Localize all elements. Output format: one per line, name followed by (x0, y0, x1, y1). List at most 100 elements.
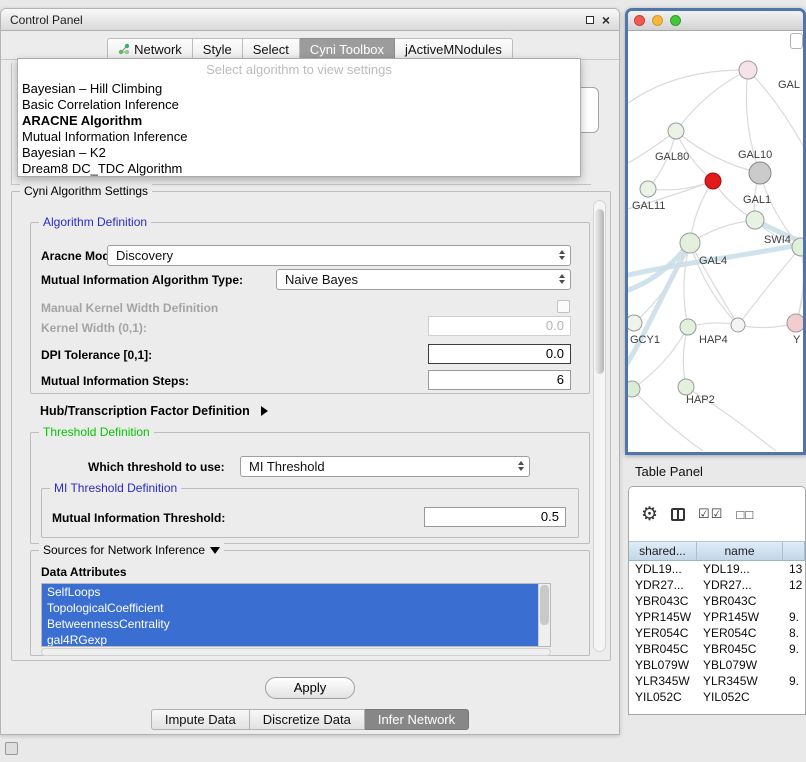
control-panel-titlebar[interactable]: Control Panel × (1, 9, 619, 31)
algorithm-option[interactable]: Bayesian – Hill Climbing (18, 81, 580, 97)
table-row[interactable]: YBL079WYBL079W (629, 657, 805, 673)
sources-group-toggle[interactable]: Sources for Network Inference (39, 543, 224, 557)
tab-impute-data[interactable]: Impute Data (151, 709, 250, 730)
table-row[interactable]: YBR043CYBR043C (629, 593, 805, 609)
mi-threshold-label: Mutual Information Threshold: (52, 511, 225, 525)
table-cell: 13 (783, 561, 805, 577)
algorithm-option[interactable]: ARACNE Algorithm (18, 113, 580, 129)
tab-discretize-data[interactable]: Discretize Data (250, 709, 365, 730)
table-row[interactable]: YBR045CYBR045C9. (629, 641, 805, 657)
network-node[interactable] (731, 318, 745, 332)
deselect-all-checks-icon[interactable]: □□ (736, 507, 754, 522)
combo-arrows-icon (559, 250, 565, 260)
settings-scrollbar[interactable] (593, 200, 606, 652)
column-header[interactable]: shared... (629, 542, 697, 560)
network-node[interactable] (680, 233, 700, 253)
zoom-traffic-light[interactable] (670, 15, 681, 26)
network-node[interactable] (640, 181, 656, 197)
dpi-tolerance-label: DPI Tolerance [0,1]: (41, 348, 152, 362)
table-cell: YBR045C (697, 641, 783, 657)
hub-definition-toggle[interactable]: Hub/Transcription Factor Definition (40, 404, 268, 418)
tab-jactivemnodules[interactable]: jActiveMNodules (395, 38, 513, 60)
network-node[interactable] (628, 381, 640, 397)
network-canvas[interactable]: GALGAL80GAL10GAL11GAL1SWI4GAL4GCY1HAP4YH… (628, 31, 803, 451)
table-row[interactable]: YLR345WYLR345W9. (629, 673, 805, 689)
network-node[interactable] (787, 314, 803, 332)
network-node[interactable] (668, 123, 684, 139)
minimized-panel-icon[interactable] (5, 742, 18, 755)
dpi-tolerance-field[interactable]: 0.0 (428, 344, 571, 364)
apply-button[interactable]: Apply (265, 677, 355, 699)
tab-infer-network[interactable]: Infer Network (365, 709, 469, 730)
network-node[interactable] (746, 211, 764, 229)
tab-select[interactable]: Select (243, 38, 300, 60)
mi-threshold-field[interactable]: 0.5 (424, 507, 566, 527)
network-node[interactable] (749, 162, 771, 184)
network-node-label: GAL10 (738, 149, 772, 161)
table-row[interactable]: YDR27...YDR27...12 (629, 577, 805, 593)
scroll-corner-widget[interactable] (790, 33, 803, 49)
network-node-label: GAL11 (632, 200, 665, 212)
mi-steps-field[interactable]: 6 (428, 370, 571, 390)
tab-label: jActiveMNodules (405, 42, 502, 57)
tab-label: Select (253, 42, 289, 57)
network-node[interactable] (678, 379, 694, 395)
table-cell: YLR345W (697, 673, 783, 689)
sources-group: Sources for Network Inference Data Attri… (30, 550, 590, 656)
network-edge (796, 247, 803, 323)
mi-type-value: Naive Bayes (285, 272, 358, 287)
float-window-button[interactable] (586, 16, 594, 24)
data-attribute-item[interactable]: gal4RGexp (42, 632, 538, 647)
data-attribute-item[interactable]: TopologicalCoefficient (42, 600, 538, 616)
manual-kernel-checkbox[interactable] (557, 300, 570, 313)
attributes-scrollbar[interactable] (538, 584, 550, 646)
network-node[interactable] (739, 61, 757, 79)
scrollbar-thumb[interactable] (595, 209, 604, 374)
table-row[interactable]: YPR145WYPR145W9. (629, 609, 805, 625)
algorithm-option[interactable]: Bayesian – K2 (18, 145, 580, 161)
tab-label: Network (134, 42, 182, 57)
data-attribute-item[interactable]: SelfLoops (42, 584, 538, 600)
close-window-button[interactable]: × (602, 13, 610, 27)
aracne-mode-select[interactable]: Discovery (107, 245, 571, 266)
column-header[interactable] (783, 542, 805, 560)
kernel-width-field[interactable]: 0.0 (428, 316, 571, 336)
table-row[interactable]: YER054CYER054C8. (629, 625, 805, 641)
control-panel-window: Control Panel × Network Style Select Cyn… (0, 8, 620, 735)
attributes-horizontal-scrollbar[interactable] (41, 648, 551, 656)
which-threshold-select[interactable]: MI Threshold (240, 456, 530, 477)
network-edge (648, 181, 713, 190)
tab-cyni-toolbox[interactable]: Cyni Toolbox (300, 38, 395, 60)
network-edge (676, 70, 748, 131)
network-node-label: GAL80 (655, 151, 689, 163)
table-cell: YBR043C (629, 593, 697, 609)
network-node-label: HAP4 (699, 334, 728, 346)
data-attribute-item[interactable]: BetweennessCentrality (42, 616, 538, 632)
table-panel-window: ⚙ ☑☑ □□ shared...name YDL19...YDL19...13… (628, 486, 806, 715)
network-canvas-area[interactable]: GALGAL80GAL10GAL11GAL1SWI4GAL4GCY1HAP4YH… (628, 31, 803, 451)
close-traffic-light[interactable] (634, 15, 645, 26)
table-row[interactable]: YIL052CYIL052C (629, 689, 805, 705)
scrollbar-thumb[interactable] (540, 585, 549, 625)
sources-group-title: Sources for Network Inference (43, 543, 205, 557)
table-header-row: shared...name (629, 541, 805, 561)
table-columns-icon[interactable] (671, 508, 685, 521)
algorithm-option[interactable]: Mutual Information Inference (18, 129, 580, 145)
column-header[interactable]: name (697, 542, 783, 560)
tab-style[interactable]: Style (193, 38, 243, 60)
data-attributes-list[interactable]: SelfLoopsTopologicalCoefficientBetweenne… (41, 583, 551, 647)
algorithm-option[interactable]: Dream8 DC_TDC Algorithm (18, 161, 580, 177)
network-node[interactable] (680, 319, 696, 335)
tab-network[interactable]: Network (107, 38, 193, 60)
table-row[interactable]: YDL19...YDL19...13 (629, 561, 805, 577)
algorithm-dropdown-popup: Select algorithm to view settings Bayesi… (17, 58, 581, 177)
gear-icon[interactable]: ⚙ (641, 505, 658, 524)
algorithm-option[interactable]: Basic Correlation Inference (18, 97, 580, 113)
mi-type-select[interactable]: Naive Bayes (276, 269, 571, 290)
minimize-traffic-light[interactable] (652, 15, 663, 26)
network-node[interactable] (705, 173, 721, 189)
network-node[interactable] (628, 315, 642, 331)
network-window-titlebar[interactable] (628, 11, 803, 31)
select-all-checks-icon[interactable]: ☑☑ (698, 506, 723, 522)
expand-arrow-icon (261, 406, 268, 416)
